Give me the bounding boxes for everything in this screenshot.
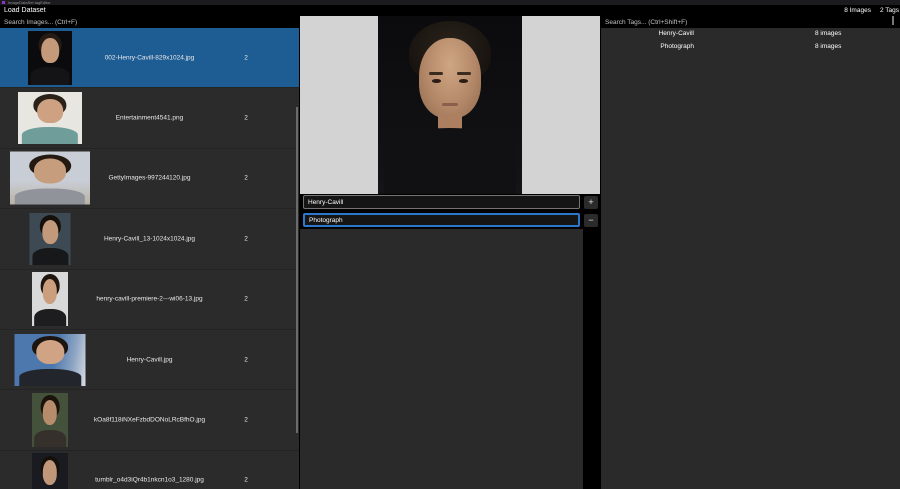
tag-list-item[interactable]: Photograph 8 images [601, 40, 900, 53]
image-list-item[interactable]: Henry-Cavill.jpg 2 [0, 330, 299, 390]
image-list-item[interactable]: GettyImages-997244120.jpg 2 [0, 149, 299, 209]
image-filename: Henry-Cavill.jpg [0, 356, 299, 363]
tag-list-item[interactable]: Henry-Cavill 8 images [601, 27, 900, 40]
image-list-item[interactable]: kOa8f118iNXeFzbdDONoLRcBfhO.jpg 2 [0, 390, 299, 450]
image-list-item[interactable]: Entertainment4541.png 2 [0, 88, 299, 148]
image-filename: kOa8f118iNXeFzbdDONoLRcBfhO.jpg [0, 417, 299, 424]
thumb-torso [31, 67, 70, 84]
thumb-torso [19, 369, 81, 386]
image-tag-count: 2 [240, 477, 252, 484]
image-list-scrollbar[interactable] [296, 107, 298, 433]
image-tag-count: 2 [240, 417, 252, 424]
tag-list-panel: Henry-Cavill 8 images Photograph 8 image… [601, 16, 900, 489]
add-tag-button[interactable]: + [584, 196, 598, 209]
image-filename: 002-Henry-Cavill-829x1024.jpg [0, 54, 299, 61]
thumb-torso [34, 309, 66, 326]
image-tag-count: 2 [240, 356, 252, 363]
search-images-input[interactable] [0, 16, 299, 28]
toolbar: Load Dataset 8 Images 2 Tags [0, 5, 900, 16]
panel-divider [299, 16, 300, 489]
image-filename: Entertainment4541.png [0, 115, 299, 122]
image-filename: Henry-Cavill_13-1024x1024.jpg [0, 235, 299, 242]
thumb-torso [15, 188, 85, 205]
image-filename: GettyImages-997244120.jpg [0, 175, 299, 182]
image-tag-count: 2 [240, 296, 252, 303]
tag-editor-row: − [300, 213, 600, 227]
tag-name: Henry-Cavill [601, 27, 694, 40]
tag-input[interactable] [303, 195, 580, 209]
image-list-item[interactable]: henry-cavill-premiere-2---wi06-13.jpg 2 [0, 270, 299, 330]
tag-image-count: 8 images [815, 27, 841, 40]
image-tag-count: 2 [240, 115, 252, 122]
image-filename: henry-cavill-premiere-2---wi06-13.jpg [0, 296, 299, 303]
image-tag-count: 2 [240, 54, 252, 61]
tag-image-count: 8 images [815, 40, 841, 53]
image-tag-count: 2 [240, 175, 252, 182]
image-list-item[interactable]: 002-Henry-Cavill-829x1024.jpg 2 [0, 28, 299, 88]
images-count: 8 Images [844, 7, 871, 14]
image-list-panel: 002-Henry-Cavill-829x1024.jpg 2 Entertai… [0, 16, 299, 489]
thumb-torso [32, 248, 68, 265]
tag-editor-rows: + − [300, 16, 600, 489]
image-tag-count: 2 [240, 235, 252, 242]
tags-count: 2 Tags [880, 7, 899, 14]
preview-panel: + − [300, 16, 600, 489]
tag-list-scrollbar[interactable] [892, 16, 894, 25]
thumb-torso [34, 430, 66, 447]
load-dataset-button[interactable]: Load Dataset [4, 7, 46, 14]
tag-editor-row: + [300, 195, 600, 209]
image-list-item[interactable]: tumblr_o4d3iQr4b1nkcn1o3_1280.jpg 2 [0, 451, 299, 489]
thumb-torso [22, 127, 78, 144]
dataset-counts: 8 Images 2 Tags [844, 7, 900, 14]
image-list-item[interactable]: Henry-Cavill_13-1024x1024.jpg 2 [0, 209, 299, 269]
app-icon [2, 1, 5, 4]
app-window: ImageDataSet tagEditor Load Dataset 8 Im… [0, 0, 900, 489]
panel-divider [600, 16, 601, 489]
tag-name: Photograph [601, 40, 694, 53]
image-filename: tumblr_o4d3iQr4b1nkcn1o3_1280.jpg [0, 477, 299, 484]
image-list: 002-Henry-Cavill-829x1024.jpg 2 Entertai… [0, 28, 299, 489]
tag-list: Henry-Cavill 8 images Photograph 8 image… [601, 27, 900, 53]
remove-tag-button[interactable]: − [584, 214, 598, 227]
tag-input[interactable] [303, 213, 580, 227]
